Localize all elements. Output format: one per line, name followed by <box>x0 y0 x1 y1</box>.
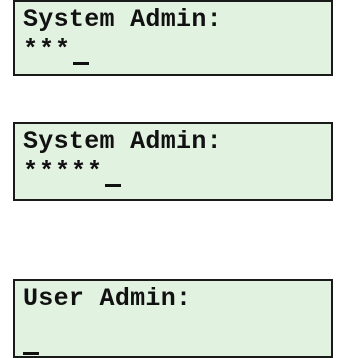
masked-password: *** <box>23 35 72 64</box>
password-entry-line[interactable]: ***** <box>23 157 331 187</box>
lcd-screen-system-admin-5: System Admin: ***** <box>13 122 333 201</box>
password-entry-line[interactable]: *** <box>23 35 331 65</box>
prompt-label: User Admin: <box>23 284 192 313</box>
lcd-screen-user-admin: User Admin: <box>13 279 333 358</box>
text-cursor <box>105 184 122 187</box>
lcd-screen-system-admin-3: System Admin: *** <box>13 0 333 76</box>
text-cursor <box>23 352 39 355</box>
prompt-label: System Admin: <box>23 5 222 34</box>
password-entry-line[interactable] <box>23 325 331 355</box>
prompt-label: System Admin: <box>23 127 222 156</box>
masked-password: ***** <box>23 157 104 186</box>
text-cursor <box>73 62 90 65</box>
